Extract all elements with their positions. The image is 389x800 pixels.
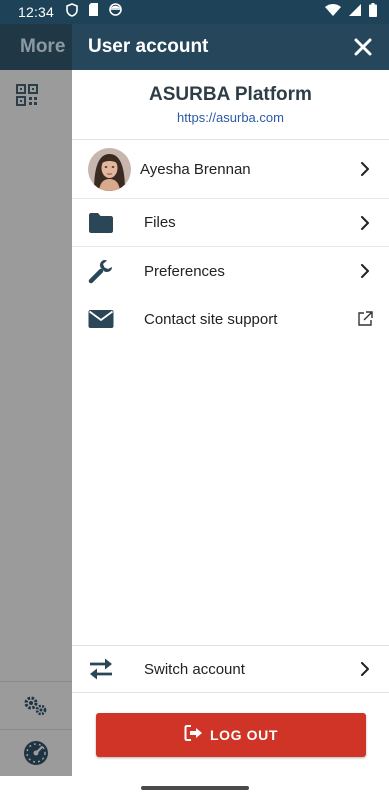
platform-info: ASURBA Platform https://asurba.com [72, 70, 389, 140]
menu-item-label: Files [144, 214, 176, 231]
qr-code-icon [16, 84, 38, 106]
wrench-icon [88, 258, 114, 284]
drawer-header: User account [72, 24, 389, 70]
logout-icon [184, 724, 204, 747]
platform-url-link[interactable]: https://asurba.com [177, 110, 284, 125]
user-account-drawer: User account ASURBA Platform https://asu… [72, 24, 389, 776]
drawer-title: User account [88, 36, 209, 57]
underlying-screen: More [0, 24, 72, 776]
external-link-icon [357, 311, 373, 327]
envelope-icon [88, 306, 114, 332]
avatar [88, 147, 131, 191]
dashboard-icon [0, 729, 72, 776]
close-icon[interactable] [353, 37, 373, 57]
status-time: 12:34 [18, 4, 55, 20]
menu-item-contact-support[interactable]: Contact site support [72, 295, 389, 343]
status-bar: 12:34 [0, 0, 389, 24]
chevron-right-icon [357, 661, 373, 677]
sd-card-icon [88, 3, 99, 21]
menu-item-preferences[interactable]: Preferences [72, 247, 389, 295]
status-right-icons [325, 2, 377, 22]
user-name: Ayesha Brennan [140, 160, 251, 178]
logout-label: LOG OUT [210, 727, 278, 743]
platform-name: ASURBA Platform [149, 84, 312, 105]
swap-arrows-icon [88, 656, 114, 682]
shield-icon [66, 2, 78, 22]
switch-account-row[interactable]: Switch account [72, 645, 389, 693]
logout-area: LOG OUT [72, 693, 389, 757]
drawer-bottom: Switch account LOG OUT [72, 645, 389, 757]
battery-icon [369, 2, 377, 22]
menu-item-label: Contact site support [144, 310, 278, 328]
navigation-bar [0, 776, 389, 800]
underlying-title: More [20, 36, 66, 57]
chevron-right-icon [357, 215, 373, 231]
chevron-right-icon [357, 161, 373, 177]
folder-icon [88, 210, 114, 236]
logout-button[interactable]: LOG OUT [96, 713, 366, 757]
chevron-right-icon [357, 263, 373, 279]
menu-item-files[interactable]: Files [72, 199, 389, 247]
user-profile-row[interactable]: Ayesha Brennan [72, 140, 389, 199]
switch-account-label: Switch account [144, 660, 245, 678]
face-icon [109, 3, 122, 21]
menu-item-label: Preferences [144, 262, 225, 280]
settings-gears-icon [0, 681, 72, 729]
home-gesture-handle[interactable] [140, 786, 249, 790]
underlying-header: More [0, 24, 72, 70]
status-left-icons [66, 2, 122, 22]
wifi-icon [325, 3, 341, 21]
signal-icon [349, 3, 361, 21]
